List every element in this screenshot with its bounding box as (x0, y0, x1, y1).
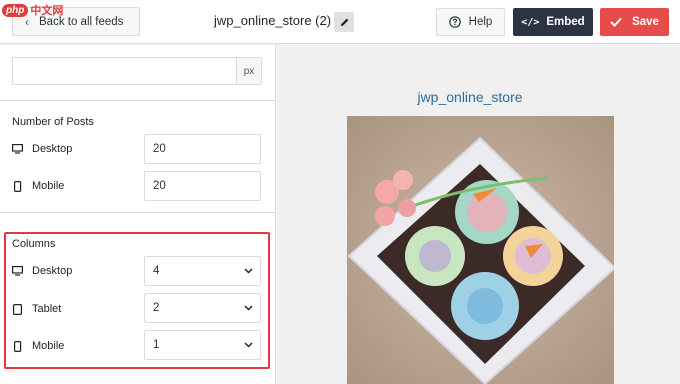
columns-mobile-text: Mobile (32, 340, 65, 352)
feed-preview: jwp_online_store (277, 45, 680, 384)
help-button[interactable]: Help (436, 8, 505, 36)
save-button[interactable]: Save (600, 8, 669, 36)
chevron-down-icon (244, 268, 253, 274)
columns-desktop-value: 4 (153, 265, 160, 277)
posts-desktop-input[interactable]: 20 (144, 134, 261, 164)
site-watermark: php 中文网 (2, 2, 63, 18)
divider (0, 100, 276, 101)
width-unit: px (236, 58, 261, 84)
columns-mobile-label: Mobile (12, 340, 64, 352)
columns-heading: Columns (12, 238, 56, 250)
tablet-icon (13, 303, 22, 315)
number-of-posts-heading: Number of Posts (12, 116, 94, 128)
chevron-down-icon (244, 342, 253, 348)
cupcake-box-photo (347, 116, 614, 384)
top-bar: ‹ Back to all feeds jwp_online_store (2)… (0, 0, 680, 44)
settings-panel: px Number of Posts Desktop 20 Mobile 20 … (0, 45, 276, 384)
columns-tablet-select[interactable]: 2 (144, 293, 261, 323)
feed-title: jwp_online_store (2) (214, 13, 332, 28)
help-label: Help (468, 16, 493, 28)
chevron-down-icon (244, 305, 253, 311)
code-icon: </> (521, 16, 540, 28)
edit-title-button[interactable] (334, 12, 354, 32)
watermark-text: 中文网 (30, 5, 64, 17)
columns-tablet-text: Tablet (32, 303, 62, 315)
embed-label: Embed (546, 16, 585, 28)
columns-tablet-label: Tablet (12, 303, 61, 315)
checkmark-icon (610, 17, 622, 27)
posts-mobile-text: Mobile (32, 180, 65, 192)
columns-desktop-select[interactable]: 4 (144, 256, 261, 286)
columns-desktop-label: Desktop (12, 265, 72, 277)
posts-desktop-label: Desktop (12, 143, 72, 155)
pencil-icon (340, 18, 348, 26)
posts-mobile-label: Mobile (12, 180, 64, 192)
question-circle-icon (448, 16, 461, 28)
posts-mobile-input[interactable]: 20 (144, 171, 261, 201)
columns-mobile-value: 1 (153, 339, 160, 351)
columns-tablet-value: 2 (153, 302, 160, 314)
mobile-icon (14, 340, 22, 352)
embed-button[interactable]: </> Embed (513, 8, 593, 36)
columns-mobile-select[interactable]: 1 (144, 330, 261, 360)
width-input[interactable]: px (12, 57, 262, 85)
feed-account-name: jwp_online_store (417, 89, 523, 105)
watermark-brand: php (2, 3, 29, 17)
desktop-icon (12, 266, 23, 276)
desktop-icon (12, 144, 23, 154)
divider (0, 212, 276, 213)
mobile-icon (14, 180, 22, 192)
feed-post-image[interactable] (347, 116, 614, 384)
columns-desktop-text: Desktop (32, 265, 73, 277)
save-label: Save (632, 16, 659, 28)
posts-desktop-text: Desktop (32, 143, 73, 155)
